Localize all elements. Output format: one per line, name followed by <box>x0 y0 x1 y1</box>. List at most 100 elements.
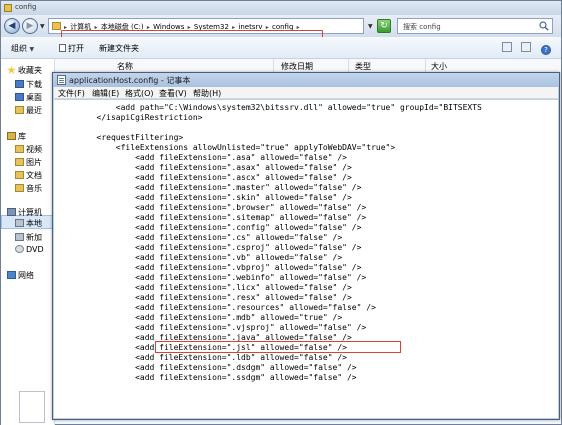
nav-item-libraries[interactable]: 库 <box>7 131 26 142</box>
search-icon[interactable] <box>539 21 549 31</box>
preview-pane-icon[interactable] <box>521 42 532 52</box>
nav-item-recent[interactable]: 最近 <box>15 105 42 116</box>
menu-format[interactable]: 格式(O) <box>125 88 154 99</box>
chevron-right-icon[interactable]: ▸ <box>94 24 97 31</box>
code-line: <add fileExtension=".cs" allowed="false"… <box>58 233 343 242</box>
organize-button[interactable]: 组织 ▼ <box>11 43 34 54</box>
nav-item-dvd[interactable]: DVD <box>15 245 44 254</box>
breadcrumb-item[interactable]: Windows <box>153 23 184 31</box>
code-line: <add fileExtension=".csproj" allowed="fa… <box>58 243 362 252</box>
code-line: <add fileExtension=".vbproj" allowed="fa… <box>58 263 362 272</box>
nav-item-favorites[interactable]: 收藏夹 <box>7 65 42 76</box>
notepad-window: applicationHost.config - 记事本 文件(F) 编辑(E)… <box>52 72 560 420</box>
text-editor[interactable]: <add path="C:\Windows\system32\bitssrv.d… <box>54 100 558 418</box>
network-icon <box>7 271 16 279</box>
recent-pages-chevron-icon[interactable]: ▼ <box>40 23 45 30</box>
address-row: ◀ ▶ ▼ ▸ 计算机 ▸ 本地磁盘 (C:) ▸ Windows ▸ Syst… <box>1 15 561 50</box>
search-input[interactable]: 搜索 config <box>397 18 553 34</box>
code-line: <add fileExtension=".vb" allowed="false"… <box>58 253 343 262</box>
nav-item-desktop[interactable]: 桌面 <box>15 92 42 103</box>
chevron-right-icon[interactable]: ▸ <box>266 24 269 31</box>
chevron-right-icon[interactable]: ▸ <box>64 24 67 31</box>
drive-icon <box>15 233 24 241</box>
view-controls: ? <box>495 42 551 55</box>
column-type[interactable]: 类型 <box>355 61 371 72</box>
code-line: <add fileExtension=".mdb" allowed="true"… <box>58 313 343 322</box>
notepad-icon <box>57 75 66 85</box>
new-folder-button[interactable]: 新建文件夹 <box>99 43 139 54</box>
column-name[interactable]: 名称 <box>117 61 133 72</box>
open-button[interactable]: 打开 <box>59 43 84 54</box>
help-icon[interactable]: ? <box>541 45 551 55</box>
code-line: <add fileExtension=".webinfo" allowed="f… <box>58 273 367 282</box>
column-date[interactable]: 修改日期 <box>281 61 313 72</box>
search-placeholder: 搜索 config <box>403 23 441 31</box>
drive-icon <box>15 219 24 227</box>
video-icon <box>15 145 24 153</box>
notepad-title-bar[interactable]: applicationHost.config - 记事本 <box>53 73 559 87</box>
computer-icon <box>7 208 16 216</box>
nav-item-documents[interactable]: 文档 <box>15 170 42 181</box>
command-bar: 组织 ▼ 打开 新建文件夹 ? <box>1 37 561 59</box>
nav-label: 网络 <box>18 271 34 280</box>
nav-label: 桌面 <box>26 93 42 102</box>
column-divider[interactable] <box>425 59 426 73</box>
chevron-right-icon[interactable]: ▸ <box>147 24 150 31</box>
nav-label: 下载 <box>26 80 42 89</box>
nav-item-videos[interactable]: 视频 <box>15 144 42 155</box>
star-icon <box>7 66 16 74</box>
code-line: <add fileExtension=".licx" allowed="fals… <box>58 283 352 292</box>
refresh-button[interactable]: ↻ <box>377 19 391 33</box>
back-button[interactable]: ◀ <box>4 18 20 34</box>
breadcrumb-item[interactable]: inetsrv <box>238 23 262 31</box>
view-options-icon[interactable] <box>501 42 512 52</box>
address-history-chevron-icon[interactable]: ▼ <box>368 23 373 30</box>
menu-file[interactable]: 文件(F) <box>58 88 85 99</box>
code-line: <add fileExtension=".ssdgm" allowed="fal… <box>58 373 357 382</box>
code-line: </isapiCgiRestriction> <box>58 113 203 122</box>
menu-help[interactable]: 帮助(H) <box>193 88 221 99</box>
column-size[interactable]: 大小 <box>431 61 447 72</box>
nav-item-new-volume[interactable]: 新加 <box>15 232 42 243</box>
document-icon <box>15 171 24 179</box>
nav-item-pictures[interactable]: 图片 <box>15 157 42 168</box>
nav-item-computer[interactable]: 计算机 <box>7 207 42 218</box>
address-bar[interactable]: ▸ 计算机 ▸ 本地磁盘 (C:) ▸ Windows ▸ System32 ▸… <box>48 18 364 34</box>
downloads-icon <box>15 80 24 88</box>
nav-label: 图片 <box>26 158 42 167</box>
nav-label: 新加 <box>26 233 42 242</box>
nav-item-downloads[interactable]: 下载 <box>15 79 42 90</box>
menu-view[interactable]: 查看(V) <box>159 88 187 99</box>
nav-item-local-disk[interactable]: 本地 <box>15 218 42 229</box>
nav-label: 库 <box>18 132 26 141</box>
chevron-down-icon: ▼ <box>29 46 35 53</box>
breadcrumb-item[interactable]: System32 <box>194 23 229 31</box>
organize-label: 组织 <box>11 44 27 53</box>
breadcrumb-item[interactable]: 本地磁盘 (C:) <box>101 23 144 31</box>
recent-places-icon <box>15 106 24 114</box>
breadcrumb-item[interactable]: 计算机 <box>70 23 91 31</box>
code-line: <add fileExtension=".asax" allowed="fals… <box>58 163 352 172</box>
explorer-title: config <box>15 3 37 11</box>
forward-button[interactable]: ▶ <box>22 18 38 34</box>
nav-item-music[interactable]: 音乐 <box>15 183 42 194</box>
nav-item-network[interactable]: 网络 <box>7 270 34 281</box>
chevron-right-icon[interactable]: ▸ <box>232 24 235 31</box>
folder-icon <box>4 4 12 12</box>
code-line: <add fileExtension=".skin" allowed="fals… <box>58 193 352 202</box>
chevron-right-icon[interactable]: ▸ <box>188 24 191 31</box>
open-file-icon <box>59 44 66 52</box>
column-divider[interactable] <box>273 59 274 73</box>
explorer-title-bar[interactable]: config <box>1 1 561 15</box>
column-divider[interactable] <box>348 59 349 73</box>
file-thumbnail[interactable] <box>19 391 45 423</box>
chevron-right-icon[interactable]: ▸ <box>297 24 300 31</box>
nav-label: 最近 <box>26 106 42 115</box>
code-line: <requestFiltering> <box>58 133 184 142</box>
code-line: <add fileExtension=".ascx" allowed="fals… <box>58 173 352 182</box>
code-line: <add fileExtension=".resx" allowed="fals… <box>58 293 352 302</box>
breadcrumb-item[interactable]: config <box>272 23 293 31</box>
nav-label: 计算机 <box>18 208 42 217</box>
code-line: <add fileExtension=".browser" allowed="f… <box>58 203 367 212</box>
menu-edit[interactable]: 编辑(E) <box>92 88 119 99</box>
